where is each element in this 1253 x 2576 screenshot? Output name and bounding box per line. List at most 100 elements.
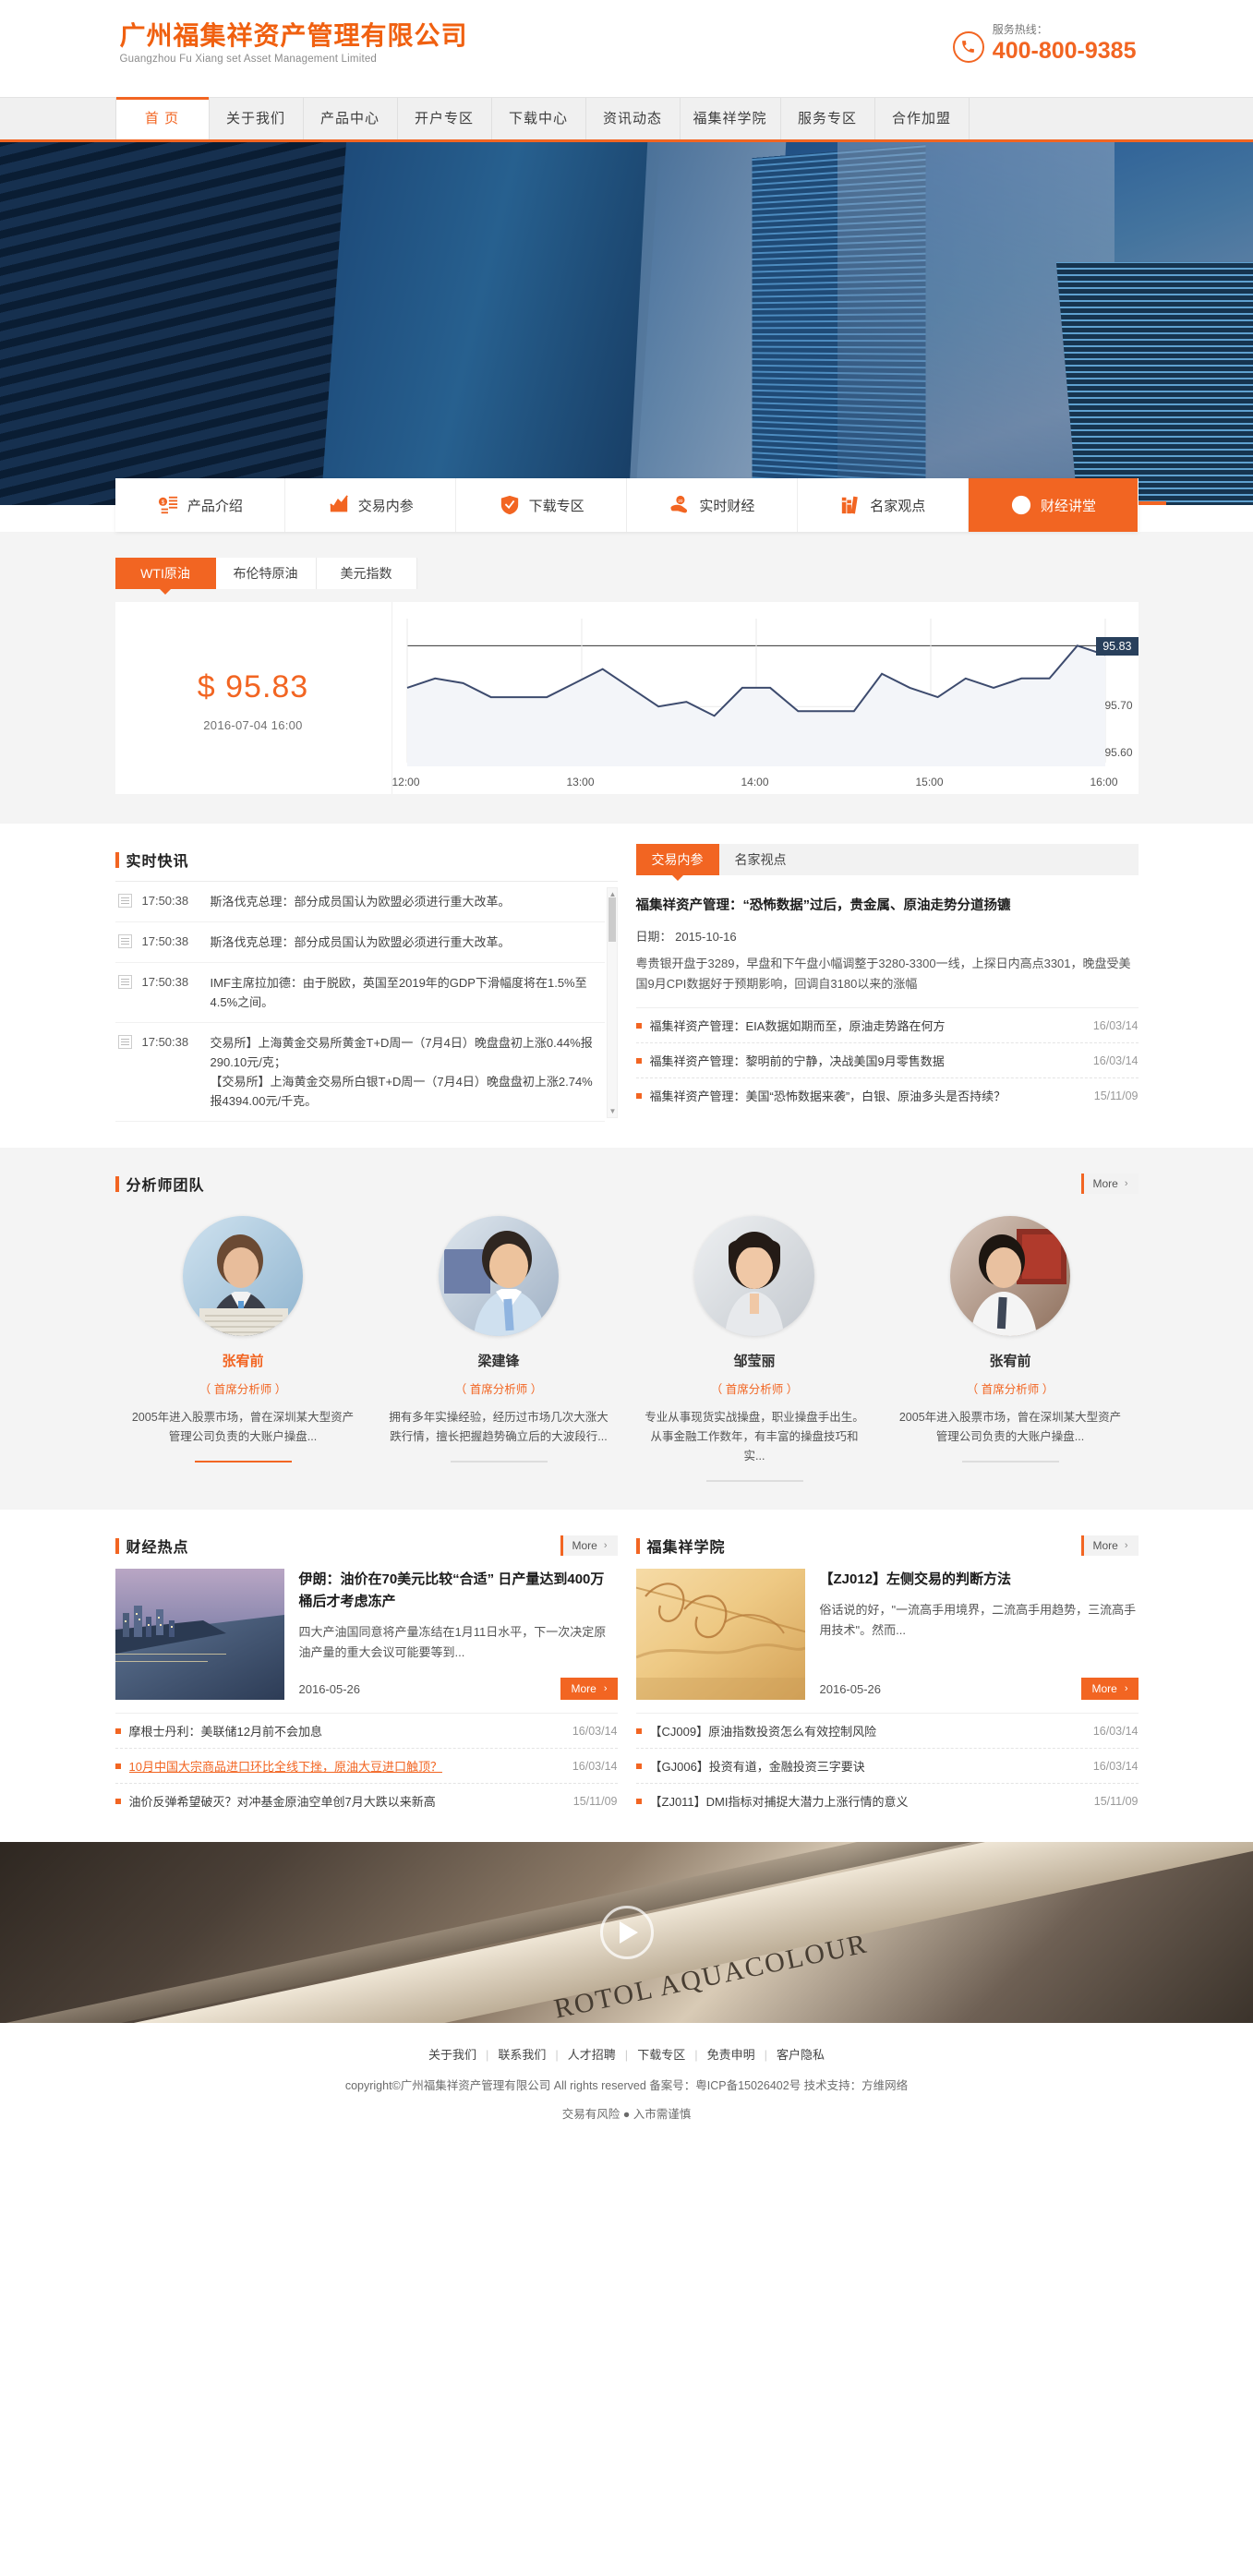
nav-item-5[interactable]: 资讯动态 — [586, 98, 681, 140]
bullet-icon — [635, 1092, 642, 1099]
nav-item-1[interactable]: 关于我们 — [210, 98, 304, 140]
footer-link-2[interactable]: 人才招聘 — [559, 2048, 625, 2062]
analyst-desc: 2005年进入股票市场，曾在深圳某大型资产管理公司负责的大账户操盘... — [898, 1411, 1122, 1443]
logo-english-name: Guangzhou Fu Xiang set Asset Management … — [119, 54, 378, 65]
hot-topics-more-button[interactable]: More › — [560, 1535, 618, 1556]
nav-item-3[interactable]: 开户专区 — [398, 98, 492, 140]
footer-link-4[interactable]: 免责申明 — [698, 2048, 765, 2062]
academy-link-item[interactable]: 【CJ009】原油指数投资怎么有效控制风险 16/03/14 — [635, 1714, 1139, 1749]
flash-news-item[interactable]: 17:50:38 IMF主席拉加德：由于脱欧，英国至2019年的GDP下滑幅度将在… — [114, 963, 605, 1023]
hot-feature-title[interactable]: 伊朗：油价在70美元比较“合适” 日产量达到400万桶后才考虑冻产 — [299, 1569, 618, 1613]
quick-service-hand-coin[interactable]: 20 实时财经 — [627, 478, 798, 532]
shield-check-icon — [499, 494, 521, 516]
nav-item-0[interactable]: 首 页 — [114, 97, 210, 140]
nav-item-8[interactable]: 合作加盟 — [875, 98, 970, 140]
academy-feature-more-button[interactable]: More › — [1081, 1678, 1139, 1700]
logo-chinese-name: 广州福集祥资产管理有限公司 — [119, 21, 468, 50]
play-icon[interactable] — [599, 1906, 654, 1959]
link-text: 摩根士丹利：美联储12月前不会加息 — [128, 1725, 322, 1739]
academy-feature-title[interactable]: 【ZJ012】左侧交易的判断方法 — [820, 1569, 1139, 1591]
insight-article-title[interactable]: 福集祥资产管理：“恐怖数据”过后，贵金属、原油走势分道扬镳 — [636, 896, 1139, 916]
flash-news-item[interactable]: 17:50:38 斯洛伐克总理：部分成员国认为欧盟必须进行重大改革。 — [114, 922, 605, 963]
chevron-right-icon: › — [603, 1683, 608, 1694]
nav-item-7[interactable]: 服务专区 — [781, 98, 875, 140]
analyst-card[interactable]: 张宥前 （ 首席分析师 ） 2005年进入股票市场，曾在深圳某大型资产管理公司负责的… — [883, 1216, 1139, 1482]
hot-topics-header: 财经热点 More › — [114, 1530, 618, 1561]
hero-banner[interactable] — [0, 139, 1253, 505]
analyst-more-button[interactable]: More › — [1081, 1174, 1139, 1194]
flash-news-time: 17:50:38 — [141, 934, 189, 948]
analyst-photo-2[interactable] — [439, 1216, 559, 1336]
footer-link-1[interactable]: 联系我们 — [488, 2048, 555, 2062]
quick-service-label: 实时财经 — [699, 498, 755, 514]
insight-link-item[interactable]: 福集祥资产管理：黎明前的宁静，决战美国9月零售数据 16/03/14 — [635, 1043, 1139, 1078]
analyst-photo-4[interactable] — [950, 1216, 1070, 1336]
promo-video-banner[interactable]: ROTOL AQUACOLOUR — [0, 1842, 1253, 2023]
bottom-section: 财经热点 More › 伊朗：油价在70美元比较“合适” 日产量达到400万桶后… — [0, 1510, 1253, 1842]
bullet-icon — [635, 1798, 642, 1804]
footer-link-0[interactable]: 关于我们 — [419, 2048, 486, 2062]
banner-building-1 — [0, 142, 378, 505]
insight-link-item[interactable]: 福集祥资产管理：EIA数据如期而至，原油走势路在何方 16/03/14 — [635, 1008, 1139, 1043]
chart-xtick-3: 15:00 — [915, 776, 944, 788]
flash-news-item[interactable]: 17:50:38 交易所】上海黄金交易所黄金T+D周一（7月4日）晚盘盘初上涨0.… — [114, 1023, 605, 1122]
market-tab-1[interactable]: 布伦特原油 — [215, 558, 317, 589]
nav-item-4[interactable]: 下载中心 — [492, 98, 586, 140]
hot-feature-more-button[interactable]: More › — [560, 1678, 618, 1700]
quick-service-list-money[interactable]: $ 产品介绍 — [115, 478, 286, 532]
academy-more-button[interactable]: More › — [1081, 1535, 1139, 1556]
nav-item-6[interactable]: 福集祥学院 — [681, 98, 781, 140]
quick-service-chart-up[interactable]: 交易内参 — [285, 478, 457, 532]
market-tab-0[interactable]: WTI原油 — [114, 558, 216, 595]
insight-link-item[interactable]: 福集祥资产管理：美国“恐怖数据来袭”，白银、原油多头是否持续？ 15/11/09 — [635, 1078, 1139, 1113]
quick-service-books[interactable]: 名家观点 — [798, 478, 969, 532]
analyst-role: （ 首席分析师 ） — [454, 1383, 543, 1396]
hot-topics-link-item[interactable]: 油价反弹希望破灭？对冲基金原油空单创7月大跌以来新高 15/11/09 — [114, 1784, 618, 1818]
bullet-icon — [114, 1727, 121, 1734]
books-icon — [839, 494, 861, 516]
insight-tab-1[interactable]: 名家视点 — [719, 844, 802, 875]
footer-link-3[interactable]: 下载专区 — [628, 2048, 694, 2062]
analyst-photo-1[interactable] — [183, 1216, 303, 1336]
footer-link-5[interactable]: 客户隐私 — [767, 2048, 834, 2062]
city-river-night-photo[interactable] — [114, 1569, 284, 1700]
analyst-desc: 2005年进入股票市场，曾在深圳某大型资产管理公司负责的大账户操盘... — [131, 1411, 355, 1443]
academy-link-item[interactable]: 【GJ006】投资有道，金融投资三字要诀 16/03/14 — [635, 1749, 1139, 1784]
scroll-thumb[interactable] — [608, 897, 616, 942]
analyst-card[interactable]: 邹莹丽 （ 首席分析师 ） 专业从事现货实战操盘，职业操盘手出生。从事金融工作数年，… — [627, 1216, 883, 1482]
footer-risk-warning: 交易有风险 ● 入市需谨慎 — [561, 2108, 692, 2121]
analyst-name: 张宥前 — [222, 1354, 264, 1369]
analyst-card[interactable]: 张宥前 （ 首席分析师 ） 2005年进入股票市场，曾在深圳某大型资产管理公司负责的… — [115, 1216, 371, 1482]
chart-ytick-0: 95.70 — [1104, 699, 1133, 713]
link-date: 16/03/14 — [1092, 1053, 1139, 1067]
market-card: $ 95.83 2016-07-04 16:00 12:00 13:00 14:00… — [114, 602, 1139, 794]
flash-news-title: 实时快讯 — [126, 854, 189, 870]
hot-topics-link-item[interactable]: 摩根士丹利：美联储12月前不会加息 16/03/14 — [114, 1714, 618, 1749]
chart-xtick-0: 12:00 — [392, 776, 420, 788]
flash-news-item[interactable]: 17:50:38 斯洛伐克总理：部分成员国认为欧盟必须进行重大改革。 — [114, 882, 605, 922]
scroll-down-icon[interactable]: ▼ — [609, 1107, 617, 1115]
golden-calligraphy-photo[interactable] — [635, 1569, 805, 1700]
hot-feature-article[interactable]: 伊朗：油价在70美元比较“合适” 日产量达到400万桶后才考虑冻产 四大产油国同… — [114, 1569, 618, 1700]
market-tab-2[interactable]: 美元指数 — [316, 558, 417, 589]
analyst-divider — [961, 1461, 1059, 1463]
analyst-photo-3[interactable] — [694, 1216, 814, 1336]
analyst-card[interactable]: 梁建锋 （ 首席分析师 ） 拥有多年实操经验，经历过市场几次大涨大跌行情，擅长把握趋… — [371, 1216, 627, 1482]
chevron-right-icon: › — [1124, 1683, 1128, 1694]
quick-service-arrow-up-circle[interactable]: 财经讲堂 — [968, 478, 1139, 532]
analyst-grid: 张宥前 （ 首席分析师 ） 2005年进入股票市场，曾在深圳某大型资产管理公司负责的… — [115, 1216, 1139, 1482]
site-logo[interactable]: 广州福集祥资产管理有限公司 Guangzhou Fu Xiang set Ass… — [120, 20, 468, 65]
quick-service-shield-check[interactable]: 下载专区 — [456, 478, 627, 532]
hot-topics-link-item[interactable]: 10月中国大宗商品进口环比全线下挫，原油大豆进口触顶？ 16/03/14 — [114, 1749, 618, 1784]
academy-feature-article[interactable]: 【ZJ012】左侧交易的判断方法 俗话说的好，"一流高手用境界，二流高手用趋势，… — [635, 1569, 1139, 1700]
analyst-name: 梁建锋 — [477, 1354, 520, 1369]
academy-panel: 福集祥学院 More › 【ZJ012】左侧交易的判断方法 俗话说的好，"一流高… — [635, 1530, 1139, 1818]
insight-tab-0[interactable]: 交易内参 — [635, 844, 719, 881]
flash-news-scrollbar[interactable]: ▲ ▼ — [606, 887, 618, 1118]
arrow-up-circle-icon — [1010, 494, 1032, 516]
link-text: 【CJ009】原油指数投资怎么有效控制风险 — [649, 1725, 877, 1739]
academy-link-item[interactable]: 【ZJ011】DMI指标对捕捉大潜力上涨行情的意义 15/11/09 — [635, 1784, 1139, 1818]
chart-up-icon — [328, 494, 350, 516]
price-chart[interactable]: 12:00 13:00 14:00 15:00 16:00 95.70 95.60 95.… — [392, 602, 1139, 794]
nav-item-2[interactable]: 产品中心 — [304, 98, 398, 140]
